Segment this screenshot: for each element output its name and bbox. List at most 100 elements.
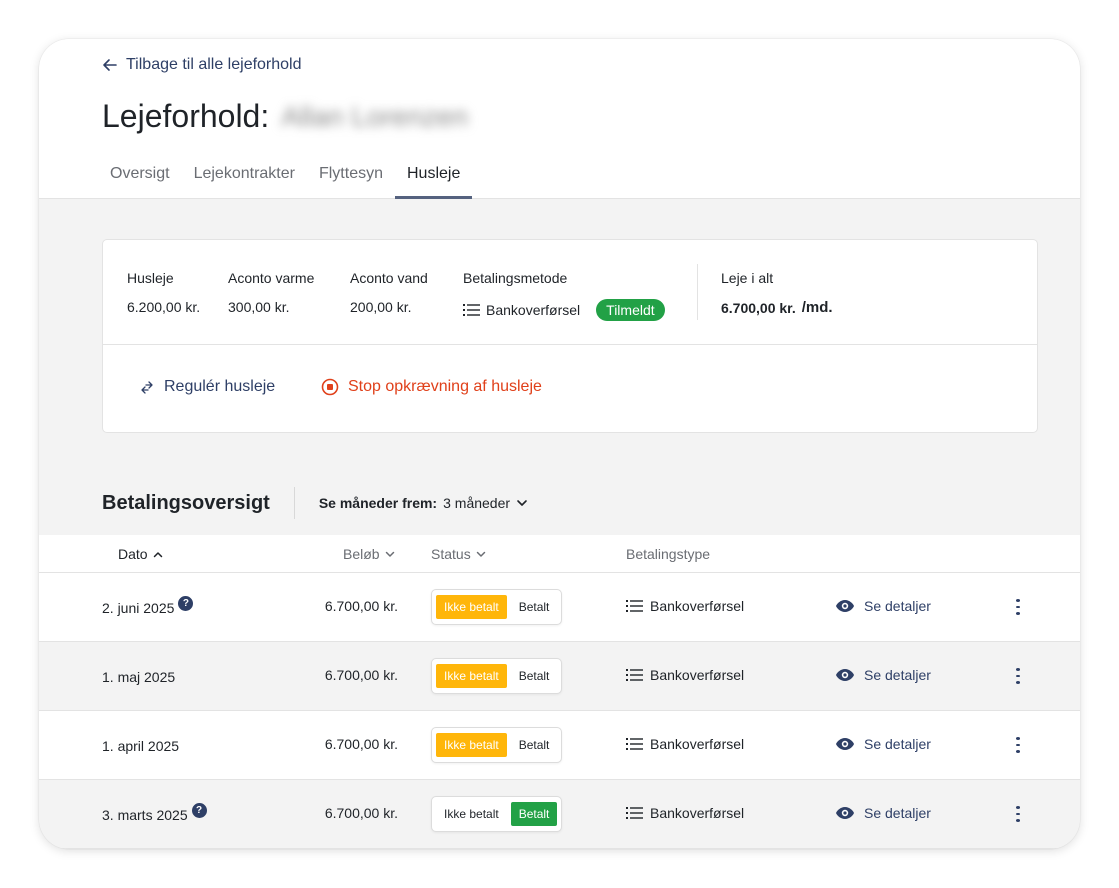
list-icon [463, 304, 480, 316]
regulate-rent-label: Regulér husleje [164, 378, 276, 395]
payment-method-value: Bankoverførsel Tilmeldt [463, 299, 665, 321]
column-amount-header[interactable]: Beløb [343, 546, 395, 562]
total-column: Leje i alt 6.700,00 kr. /md. [721, 270, 833, 316]
payment-method-column: Betalingsmetode Bankoverførsel Tilmeldt [463, 270, 665, 321]
payment-amount: 6.700,00 kr. [324, 736, 398, 752]
page-title-label: Lejeforhold: [102, 98, 270, 134]
heat-value: 300,00 kr. [228, 299, 290, 315]
more-options-icon[interactable] [1011, 596, 1025, 618]
more-options-icon[interactable] [1011, 734, 1025, 756]
payments-table: Dato Beløb Status Betalingstype 2. juni … [39, 535, 1080, 849]
status-unpaid-option[interactable]: Ikke betalt [436, 733, 507, 757]
tab-bar: Oversigt Lejekontrakter Flyttesyn Huslej… [98, 157, 473, 199]
column-status-label: Status [431, 546, 471, 562]
payment-amount: 6.700,00 kr. [324, 667, 398, 683]
tenant-name: Allan Lorenzen [281, 100, 469, 132]
column-date-header[interactable]: Dato [118, 546, 163, 562]
payment-date: 2. juni 2025? [102, 595, 194, 616]
column-type-header: Betalingstype [626, 546, 710, 562]
payment-status-toggle: Ikke betalt Betalt [431, 589, 563, 625]
see-details-label: Se detaljer [864, 667, 931, 683]
payment-status-toggle: Ikke betalt Betalt [431, 796, 563, 832]
list-icon [626, 600, 643, 612]
see-details-link[interactable]: Se detaljer [835, 805, 931, 821]
status-paid-option[interactable]: Betalt [511, 664, 558, 688]
total-value: 6.700,00 kr. /md. [721, 299, 833, 316]
table-header: Dato Beløb Status Betalingstype [39, 535, 1080, 573]
rental-detail-card: Tilbage til alle lejeforhold Lejeforhold… [39, 39, 1080, 849]
chevron-down-icon [517, 500, 527, 506]
eye-icon [836, 738, 854, 750]
payment-overview-title: Betalingsoversigt [102, 491, 270, 514]
rent-value: 6.200,00 kr. [127, 299, 201, 315]
rent-column: Husleje 6.200,00 kr. [127, 270, 200, 315]
stop-rent-collection-label: Stop opkrævning af husleje [348, 378, 542, 395]
help-icon[interactable]: ? [178, 595, 194, 611]
status-paid-option[interactable]: Betalt [511, 595, 558, 619]
see-details-link[interactable]: Se detaljer [835, 736, 931, 752]
water-column: Aconto vand 200,00 kr. [350, 270, 428, 315]
page-header: Tilbage til alle lejeforhold Lejeforhold… [39, 39, 1080, 199]
back-link[interactable]: Tilbage til alle lejeforhold [102, 56, 302, 74]
payment-method-label: Betalingsmetode [463, 270, 568, 286]
status-unpaid-option[interactable]: Ikke betalt [436, 595, 507, 619]
payment-date: 1. maj 2025 [102, 669, 175, 685]
total-amount: 6.700,00 kr. [721, 299, 796, 316]
column-status-header[interactable]: Status [431, 546, 486, 562]
tab-flyttesyn[interactable]: Flyttesyn [307, 157, 395, 199]
see-details-label: Se detaljer [864, 805, 931, 821]
regulate-rent-button[interactable]: Regulér husleje [139, 378, 275, 396]
eye-icon [836, 669, 854, 681]
more-options-icon[interactable] [1011, 665, 1025, 687]
payment-date-text: 1. maj 2025 [102, 669, 176, 685]
rent-summary-panel: Husleje 6.200,00 kr. Aconto varme 300,00… [102, 239, 1038, 433]
column-amount-label: Beløb [343, 546, 380, 562]
list-icon [626, 669, 643, 681]
eye-icon [836, 600, 854, 612]
status-badge: Tilmeldt [596, 299, 665, 321]
payment-type: Bankoverførsel [626, 736, 744, 752]
payment-amount: 6.700,00 kr. [324, 598, 398, 614]
months-ahead-dropdown[interactable]: Se måneder frem: 3 måneder [319, 495, 528, 511]
table-row: 1. maj 2025 6.700,00 kr. Ikke betalt Betalt… [39, 642, 1080, 711]
see-details-link[interactable]: Se detaljer [835, 598, 931, 614]
total-unit: /md. [801, 299, 833, 316]
payment-date: 1. april 2025 [102, 738, 179, 754]
payment-date: 3. marts 2025? [102, 802, 207, 823]
payment-type-text: Bankoverførsel [650, 736, 745, 752]
table-row: 3. marts 2025? 6.700,00 kr. Ikke betalt Bet… [39, 780, 1080, 849]
tab-oversigt[interactable]: Oversigt [98, 157, 182, 199]
list-icon [626, 738, 643, 750]
status-unpaid-option[interactable]: Ikke betalt [436, 664, 507, 688]
column-type-label: Betalingstype [626, 546, 711, 562]
payment-type: Bankoverførsel [626, 667, 744, 683]
heat-column: Aconto varme 300,00 kr. [228, 270, 314, 315]
see-details-link[interactable]: Se detaljer [835, 667, 931, 683]
payment-date-text: 3. marts 2025 [102, 807, 188, 823]
summary-separator [103, 344, 1037, 345]
tab-lejekontrakter[interactable]: Lejekontrakter [182, 157, 307, 199]
status-paid-option[interactable]: Betalt [510, 802, 558, 826]
payment-overview-header: Betalingsoversigt Se måneder frem: 3 mån… [102, 487, 528, 519]
status-unpaid-option[interactable]: Ikke betalt [436, 802, 507, 826]
eye-icon [836, 807, 854, 819]
chevron-down-icon [385, 551, 394, 557]
column-date-label: Dato [118, 546, 148, 562]
stop-rent-collection-button[interactable]: Stop opkrævning af husleje [321, 378, 542, 396]
tab-husleje[interactable]: Husleje [394, 157, 473, 199]
more-options-icon[interactable] [1011, 803, 1025, 825]
payment-type: Bankoverførsel [626, 805, 744, 821]
page-title: Lejeforhold: Allan Lorenzen [102, 98, 468, 135]
months-ahead-value: 3 måneder [443, 495, 511, 511]
arrow-left-icon [103, 59, 117, 71]
summary-divider [697, 264, 698, 320]
payment-method-text: Bankoverførsel [486, 302, 581, 318]
status-paid-option[interactable]: Betalt [511, 733, 558, 757]
payment-status-toggle: Ikke betalt Betalt [431, 658, 563, 694]
see-details-label: Se detaljer [864, 598, 931, 614]
water-value: 200,00 kr. [350, 299, 412, 315]
chevron-up-icon [153, 551, 162, 557]
table-row: 2. juni 2025? 6.700,00 kr. Ikke betalt Beta… [39, 573, 1080, 642]
months-ahead-label: Se måneder frem: [318, 495, 438, 511]
help-icon[interactable]: ? [191, 802, 207, 818]
